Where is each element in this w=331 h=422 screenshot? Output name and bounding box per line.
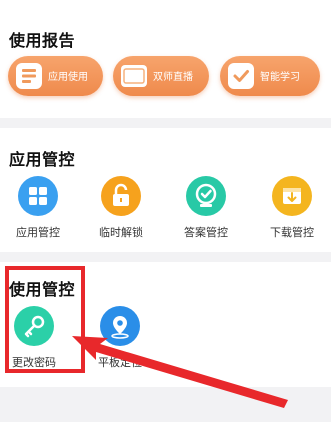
annotation-arrow [72,336,288,408]
